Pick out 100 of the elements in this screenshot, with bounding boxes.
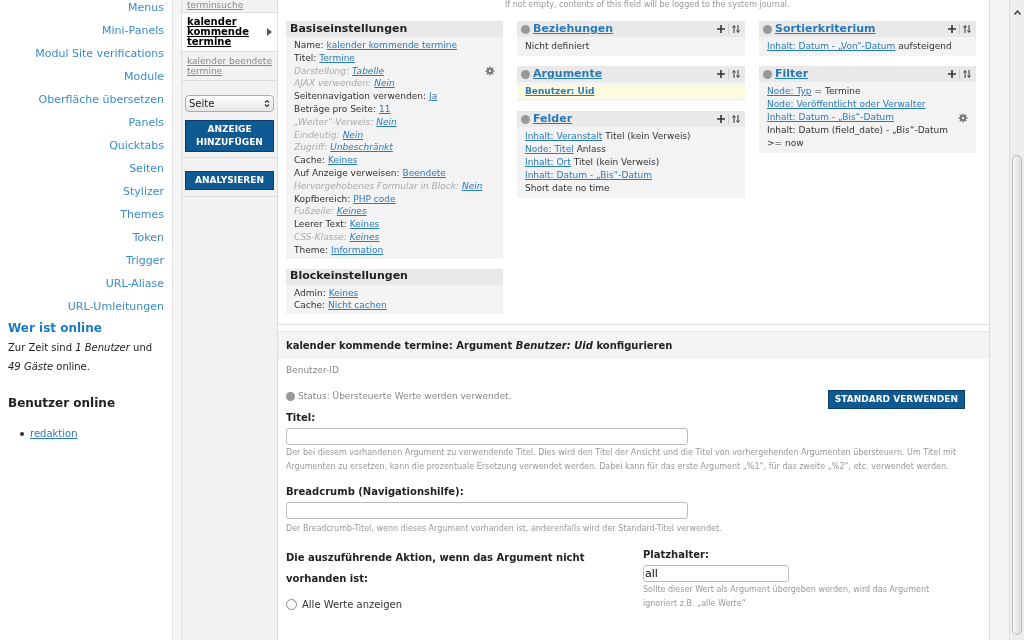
setting-label: CSS-Klasse: <box>294 230 347 244</box>
argument-type: Benutzer-ID <box>286 364 340 378</box>
scrollbar[interactable] <box>1010 0 1024 640</box>
rearrange-icon[interactable] <box>962 24 972 34</box>
setting-link[interactable]: Nicht cachen <box>328 299 387 313</box>
radio-button[interactable] <box>286 599 297 611</box>
setting-label: Cache: <box>294 299 326 313</box>
entry-text: Inhalt: Datum (field_date) - „Bis“-Datum >= now <box>767 124 950 150</box>
panel-title: Basiseinstellungen <box>290 20 408 37</box>
add-icon[interactable] <box>947 24 957 34</box>
setting-label: Seitennavigation verwenden: <box>294 90 427 103</box>
setting-link[interactable]: Keines <box>328 154 358 167</box>
admin-menu-link[interactable]: Token <box>132 226 164 249</box>
entry-link[interactable]: Inhalt: Datum - „Bis“-Datum <box>767 111 894 124</box>
admin-menu-link[interactable]: URL-Aliase <box>105 272 164 295</box>
setting-link[interactable]: Beendete <box>402 166 446 180</box>
panel-title[interactable]: Argumente <box>533 65 603 83</box>
panel-title[interactable]: Felder <box>533 110 573 128</box>
setting-link[interactable]: kalender kommende termine <box>326 39 458 52</box>
setting-link[interactable]: Nein <box>376 115 397 129</box>
entry-link[interactable]: Inhalt: Ort <box>525 156 571 169</box>
entry-link[interactable]: Node: Titel <box>525 143 574 156</box>
setting-link[interactable]: 11 <box>379 103 391 116</box>
entry-link[interactable]: Node: Typ <box>767 85 812 98</box>
entry-link[interactable]: Inhalt: Veranstalt <box>525 130 603 143</box>
setting-label: Name: <box>294 39 324 52</box>
setting-link[interactable]: Keines <box>349 230 380 244</box>
rearrange-icon[interactable] <box>731 114 741 124</box>
breadcrumb-input[interactable] <box>286 502 688 520</box>
add-icon[interactable] <box>716 69 726 79</box>
admin-menu-link[interactable]: Stylizer <box>123 180 164 203</box>
rearrange-icon[interactable] <box>731 24 741 34</box>
title-input[interactable] <box>286 428 688 446</box>
setting-label: Theme: <box>294 243 329 257</box>
online-summary: Zur Zeit sind 1 Benutzer und 49 Gäste online. <box>8 341 154 374</box>
add-icon[interactable] <box>716 114 726 124</box>
admin-menu-link[interactable]: Quicktabs <box>109 134 164 157</box>
setting-label: Auf Anzeige verweisen: <box>294 166 400 180</box>
admin-menu-link[interactable]: Menus <box>128 0 164 19</box>
gear-icon[interactable] <box>958 113 968 123</box>
wildcard-input[interactable]: all <box>643 565 789 583</box>
setting-link[interactable]: Keines <box>349 218 380 231</box>
setting-label: AJAX verwenden: <box>294 77 372 91</box>
panel-title[interactable]: Sortierkriterium <box>775 20 876 38</box>
setting-link[interactable]: Unbeschränkt <box>330 141 393 155</box>
setting-label: Hervorgehobenes Formular in Block: <box>294 179 459 193</box>
admin-menu-link[interactable]: Modul Site verifications <box>35 42 164 65</box>
field-description: Der bei diesem vorhandenen Argument zu verwendende Titel. Dies wird den Titel der Ansicht und die Titel von vorhergehenden Argumenten übersteuern. Um Titel mit Argumenten zu ersetzen, kann die prozentuale Ersetzung verwendet werden. Dabei kann für das erste Argument „%1“, für das zweite „%2“, etc. verwendet werden. <box>286 447 958 474</box>
setting-link[interactable]: Keines <box>337 205 367 219</box>
setting-link[interactable]: PHP code <box>353 192 396 206</box>
rearrange-icon[interactable] <box>962 69 972 79</box>
user-link[interactable]: redaktion <box>30 426 78 441</box>
admin-menu-link[interactable]: Seiten <box>129 157 164 180</box>
field-description: Sollte dieser Wert als Argument übergeben werden, wird das Argument ignoriert z.B. „alle Werte“ <box>643 584 931 611</box>
arrow-icon <box>267 28 272 36</box>
entry-link[interactable]: Inhalt: Datum - „Bis“-Datum <box>525 169 652 182</box>
entry-text: Titel (kein Verweis) <box>573 156 660 169</box>
bullet-icon <box>20 431 24 436</box>
use-default-button[interactable]: STANDARD VERWENDEN <box>827 389 965 410</box>
field-label: Platzhalter: <box>643 548 710 563</box>
setting-link[interactable]: Ja <box>429 90 438 103</box>
view-tab[interactable]: kalender kommende termine <box>182 13 277 52</box>
admin-menu-link[interactable]: Panels <box>128 111 164 134</box>
admin-menu-link[interactable]: Oberfläche übersetzen <box>38 88 164 111</box>
setting-label: Titel: <box>294 51 317 65</box>
setting-label: Darstellung: <box>294 64 350 78</box>
gear-icon[interactable] <box>485 66 495 76</box>
add-icon[interactable] <box>716 24 726 34</box>
setting-link[interactable]: Nein <box>461 179 483 193</box>
block-title: Benutzer online <box>8 395 117 412</box>
panel-title[interactable]: Beziehungen <box>533 20 614 38</box>
add-icon[interactable] <box>947 69 957 79</box>
setting-label: Fußzeile: <box>294 205 335 219</box>
setting-label: Cache: <box>294 154 326 167</box>
add-display-button[interactable]: ANZEIGE HINZUFÜGEN <box>185 120 274 152</box>
admin-menu-link[interactable]: Trigger <box>126 249 164 272</box>
setting-link[interactable]: Nein <box>374 77 395 91</box>
radio-label: Alle Werte anzeigen <box>302 598 403 613</box>
admin-menu-link[interactable]: Mini-Panels <box>102 19 164 42</box>
entry-text: = Termine <box>814 85 861 98</box>
view-tab[interactable]: terminsuche <box>182 0 277 13</box>
setting-link[interactable]: Information <box>331 243 384 257</box>
admin-menu-link[interactable]: URL-Umleitungen <box>67 295 164 318</box>
setting-label: „Weiter“-Verweis: <box>294 115 374 129</box>
setting-link[interactable]: Keines <box>328 286 359 300</box>
analyze-button[interactable]: ANALYSIEREN <box>185 171 274 190</box>
rearrange-icon[interactable] <box>731 69 741 79</box>
admin-menu-link[interactable]: Module <box>124 65 164 88</box>
panel-title[interactable]: Filter <box>775 65 809 83</box>
display-select[interactable]: Seite <box>185 95 274 112</box>
entry-link[interactable]: Inhalt: Datum - „Von“-Datum <box>767 40 896 53</box>
admin-menu-link[interactable]: Themes <box>120 203 164 226</box>
entry-link[interactable]: Node: Veröffentlicht oder Verwalter <box>767 98 926 111</box>
block-title: Wer ist online <box>8 320 103 337</box>
scrollbar-thumb[interactable] <box>1012 155 1022 635</box>
setting-link[interactable]: Tabelle <box>352 64 384 78</box>
setting-link[interactable]: Nein <box>342 128 364 142</box>
setting-label: Leerer Text: <box>294 218 347 231</box>
scroll-up-icon[interactable] <box>1013 10 1021 15</box>
setting-link[interactable]: Termine <box>319 51 355 65</box>
